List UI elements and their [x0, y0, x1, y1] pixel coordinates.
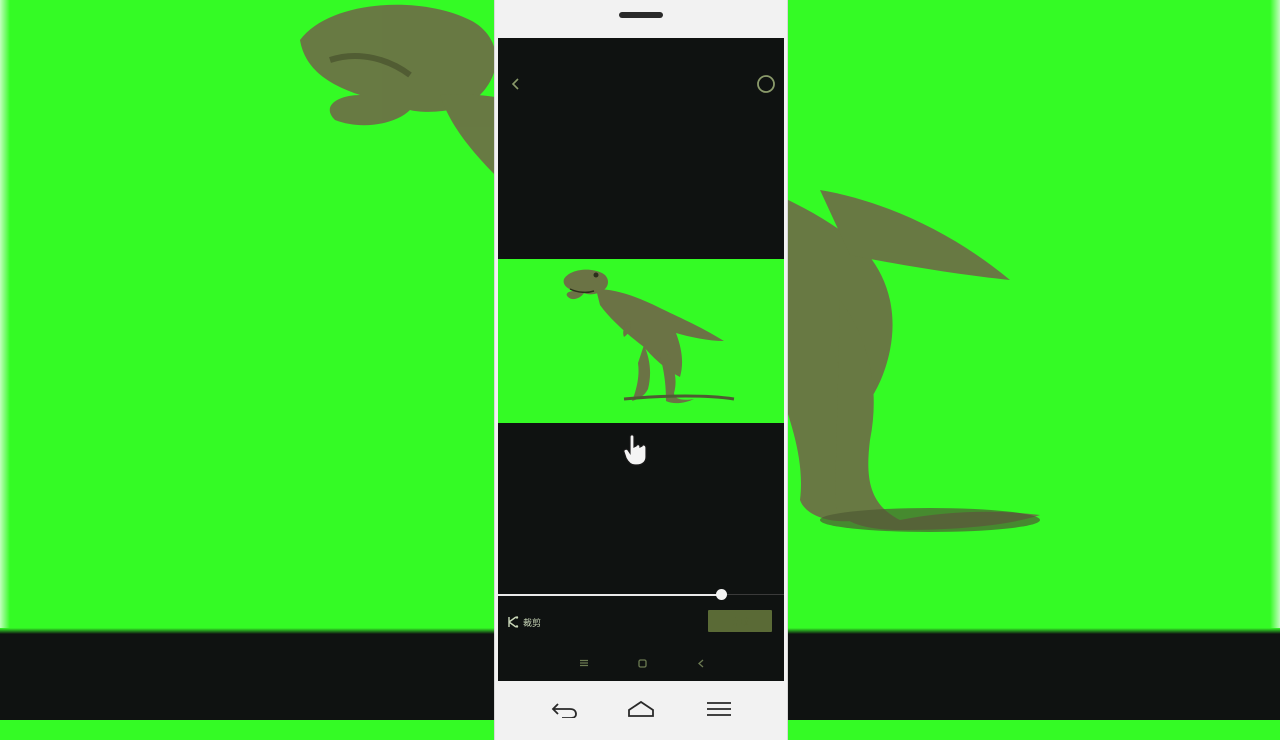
menu-icon: [707, 702, 731, 716]
phone-speaker: [619, 12, 663, 18]
frame-edge-left: [0, 0, 10, 632]
scrubber-progress: [498, 594, 722, 596]
menu-icon: [580, 659, 588, 667]
hardware-home-button[interactable]: [623, 696, 659, 722]
android-nav-bar: [498, 650, 784, 676]
scissors-icon: [508, 616, 519, 628]
chevron-left-icon: [511, 78, 519, 90]
pointer-hand-icon: [623, 434, 647, 466]
nav-back-button[interactable]: [692, 654, 710, 672]
hardware-back-button[interactable]: [545, 696, 581, 722]
trim-label: 裁剪: [523, 618, 542, 629]
editor-toolbar: 裁剪 完成: [498, 608, 784, 636]
done-button[interactable]: 完成: [708, 610, 772, 632]
dinosaur-image: [563, 269, 735, 404]
nav-home-button[interactable]: [633, 654, 651, 672]
home-square-icon: [637, 658, 647, 668]
scrubber-thumb[interactable]: [716, 589, 728, 600]
nav-menu-button[interactable]: [575, 654, 593, 672]
phone-mockup: 裁剪 完成: [494, 0, 788, 740]
back-button[interactable]: [504, 72, 528, 96]
video-preview[interactable]: [498, 259, 784, 423]
back-chevron-icon: [698, 659, 704, 667]
back-arrow-icon: [551, 703, 577, 718]
home-icon: [628, 700, 654, 717]
circle-icon: [757, 75, 775, 93]
hardware-menu-button[interactable]: [701, 696, 737, 722]
trim-button[interactable]: 裁剪: [508, 614, 541, 630]
record-button[interactable]: [754, 72, 778, 96]
frame-edge-right: [1270, 0, 1280, 632]
video-editor-screen: 裁剪 完成: [498, 38, 784, 681]
playback-scrubber[interactable]: [498, 588, 784, 602]
phone-hardware-nav: [495, 690, 787, 730]
